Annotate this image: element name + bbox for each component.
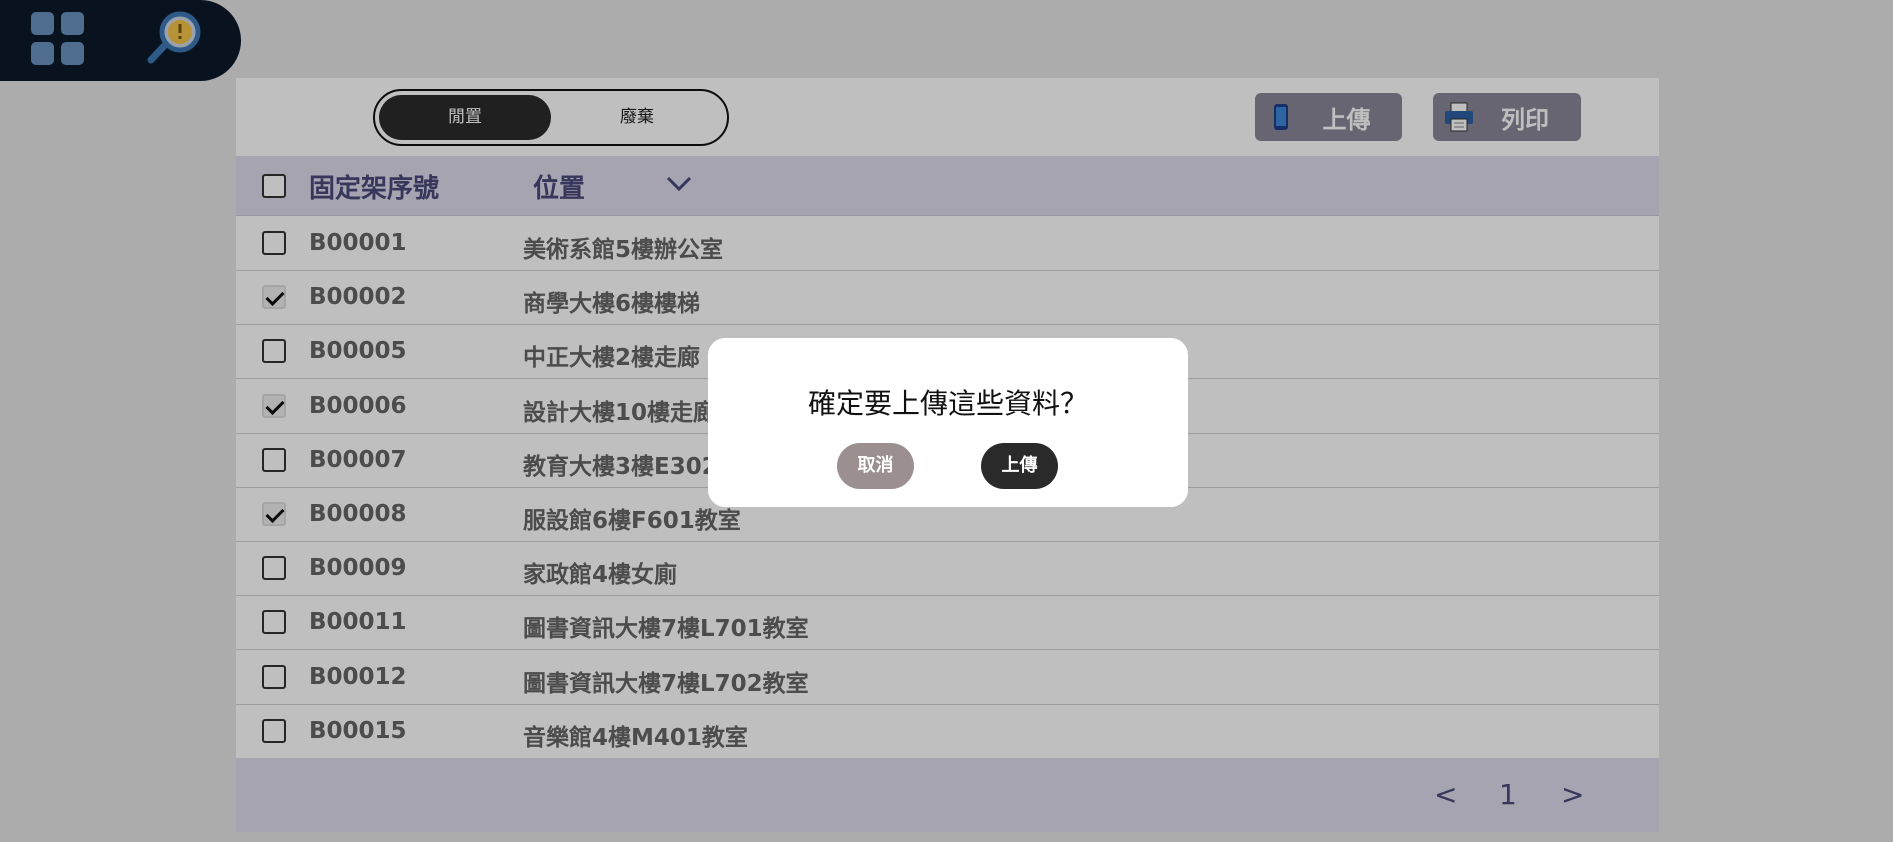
cancel-button[interactable]: 取消 (837, 443, 914, 489)
confirm-dialog: 確定要上傳這些資料？ 取消 上傳 (708, 338, 1188, 507)
dialog-title: 確定要上傳這些資料？ (807, 387, 1088, 420)
confirm-upload-button[interactable]: 上傳 (981, 443, 1058, 489)
